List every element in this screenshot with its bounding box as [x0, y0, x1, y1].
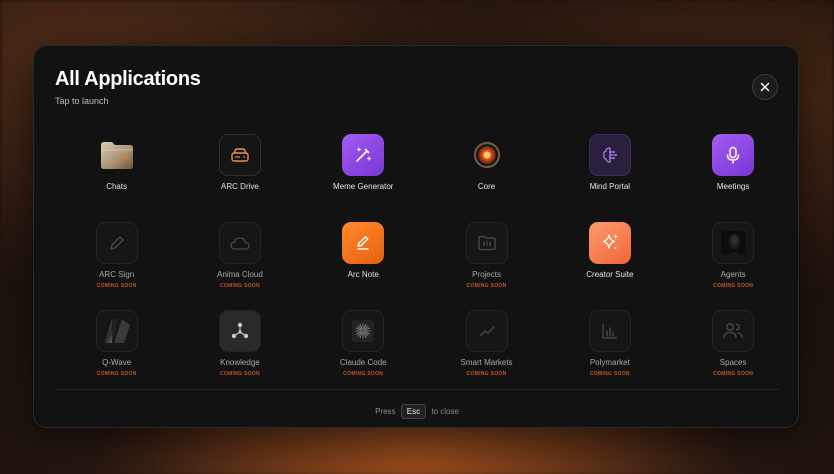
footer-press-text: Press — [375, 407, 396, 416]
app-anima-cloud[interactable]: Anima Cloud COMING SOON — [178, 222, 301, 310]
app-q-wave[interactable]: Q-Wave COMING SOON — [55, 310, 178, 390]
note-pen-icon — [342, 222, 385, 264]
app-agents[interactable]: Agents COMING SOON — [671, 222, 794, 310]
cloud-icon — [218, 222, 261, 264]
app-label: Creator Suite — [586, 270, 634, 279]
app-label: Knowledge — [220, 358, 260, 367]
modal-subtitle: Tap to launch — [55, 96, 109, 106]
close-button[interactable] — [752, 74, 778, 100]
app-mind-portal[interactable]: Mind Portal — [548, 134, 671, 222]
agent-avatar-icon — [712, 222, 755, 264]
app-knowledge[interactable]: Knowledge COMING SOON — [178, 310, 301, 390]
core-orb-icon — [466, 134, 508, 176]
magic-wand-icon — [342, 134, 385, 176]
app-core[interactable]: Core — [425, 134, 548, 222]
modal-title: All Applications — [55, 68, 201, 90]
app-label: Claude Code — [339, 358, 387, 367]
app-label: Agents — [720, 270, 746, 279]
app-label: Core — [477, 182, 496, 191]
app-polymarket[interactable]: Polymarket COMING SOON — [548, 310, 671, 390]
app-claude-code[interactable]: Claude Code COMING SOON — [302, 310, 425, 390]
coming-soon-badge: COMING SOON — [713, 371, 754, 377]
q-wave-icon — [95, 310, 138, 352]
footer-close-text: to close — [431, 407, 459, 416]
app-label: Meetings — [716, 182, 750, 191]
knowledge-graph-icon — [218, 310, 261, 352]
close-icon — [760, 82, 770, 92]
app-label: Smart Markets — [460, 358, 513, 367]
app-creator-suite[interactable]: Creator Suite — [548, 222, 671, 310]
coming-soon-badge: COMING SOON — [589, 371, 630, 377]
microphone-icon — [712, 134, 755, 176]
folder-icon — [96, 134, 138, 176]
app-label: Arc Note — [347, 270, 379, 279]
footer-divider — [55, 389, 779, 390]
app-label: ARC Sign — [99, 270, 135, 279]
coming-soon-badge: COMING SOON — [219, 371, 260, 377]
app-label: Polymarket — [589, 358, 630, 367]
drive-icon — [218, 134, 261, 176]
pen-icon — [95, 222, 138, 264]
app-label: Chats — [106, 182, 128, 191]
trend-line-icon — [465, 310, 508, 352]
app-label: Spaces — [719, 358, 747, 367]
coming-soon-badge: COMING SOON — [343, 371, 384, 377]
esc-key-hint: Esc — [400, 404, 427, 419]
app-label: ARC Drive — [221, 182, 259, 191]
footer-hint: Press Esc to close — [34, 404, 800, 419]
brain-icon — [588, 134, 631, 176]
applications-modal: All Applications Tap to launch Chats ARC… — [33, 45, 799, 428]
app-smart-markets[interactable]: Smart Markets COMING SOON — [425, 310, 548, 390]
app-label: Anima Cloud — [217, 270, 263, 279]
projects-folder-icon — [465, 222, 508, 264]
app-arc-sign[interactable]: ARC Sign COMING SOON — [55, 222, 178, 310]
coming-soon-badge: COMING SOON — [713, 283, 754, 289]
app-label: Meme Generator — [333, 182, 394, 191]
coming-soon-badge: COMING SOON — [96, 283, 137, 289]
app-chats[interactable]: Chats — [55, 134, 178, 222]
app-label: Projects — [472, 270, 501, 279]
users-icon — [712, 310, 755, 352]
app-label: Mind Portal — [589, 182, 631, 191]
app-arc-note[interactable]: Arc Note — [302, 222, 425, 310]
coming-soon-badge: COMING SOON — [96, 371, 137, 377]
coming-soon-badge: COMING SOON — [466, 283, 507, 289]
sparkle-icon — [588, 222, 631, 264]
bar-chart-icon — [588, 310, 631, 352]
app-label: Q-Wave — [102, 358, 132, 367]
app-spaces[interactable]: Spaces COMING SOON — [671, 310, 794, 390]
claude-burst-icon — [342, 310, 385, 352]
app-meetings[interactable]: Meetings — [671, 134, 794, 222]
app-arc-drive[interactable]: ARC Drive — [178, 134, 301, 222]
app-projects[interactable]: Projects COMING SOON — [425, 222, 548, 310]
app-grid: Chats ARC Drive Meme Generator Core Mind… — [55, 134, 795, 390]
app-meme-generator[interactable]: Meme Generator — [302, 134, 425, 222]
coming-soon-badge: COMING SOON — [219, 283, 260, 289]
coming-soon-badge: COMING SOON — [466, 371, 507, 377]
